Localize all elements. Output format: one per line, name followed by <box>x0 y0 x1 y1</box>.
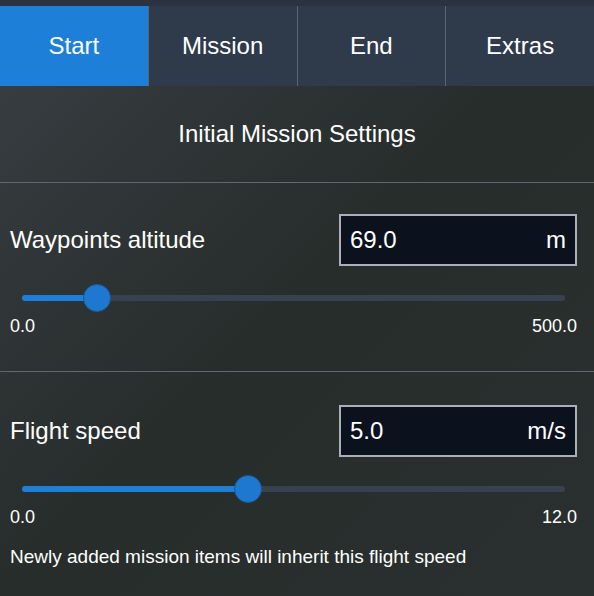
slider-thumb[interactable] <box>83 284 111 312</box>
input-value: 69.0 <box>350 222 397 258</box>
section-header: Initial Mission Settings <box>0 86 594 183</box>
setting-field: Flight speed 5.0 m/s 0.0 12.0 Newly added mis… <box>0 372 594 569</box>
tab[interactable]: Mission <box>148 6 297 86</box>
tab-bar: StartMissionEndExtras <box>0 0 594 86</box>
slider-min: 0.0 <box>10 506 35 528</box>
slider-max: 12.0 <box>542 506 577 528</box>
input-unit: m/s <box>527 413 566 449</box>
field-label: Flight speed <box>10 416 141 446</box>
setting-field: Waypoints altitude 69.0 m 0.0 500.0 <box>0 183 594 372</box>
input-value: 5.0 <box>350 413 383 449</box>
tab[interactable]: Start <box>0 6 148 86</box>
value-input[interactable]: 69.0 m <box>339 214 577 266</box>
slider[interactable] <box>22 284 565 312</box>
slider[interactable] <box>22 475 565 503</box>
slider-thumb[interactable] <box>234 475 262 503</box>
mission-settings-panel: StartMissionEndExtrasInitial Mission Set… <box>0 0 594 596</box>
slider-track <box>22 486 565 492</box>
field-note: Newly added mission items will inherit t… <box>10 545 577 569</box>
field-label: Waypoints altitude <box>10 225 205 255</box>
tab[interactable]: End <box>297 6 446 86</box>
slider-max: 500.0 <box>532 315 577 337</box>
slider-min: 0.0 <box>10 315 35 337</box>
tab[interactable]: Extras <box>445 6 594 86</box>
value-input[interactable]: 5.0 m/s <box>339 405 577 457</box>
input-unit: m <box>546 222 566 258</box>
slider-fill <box>22 486 248 492</box>
